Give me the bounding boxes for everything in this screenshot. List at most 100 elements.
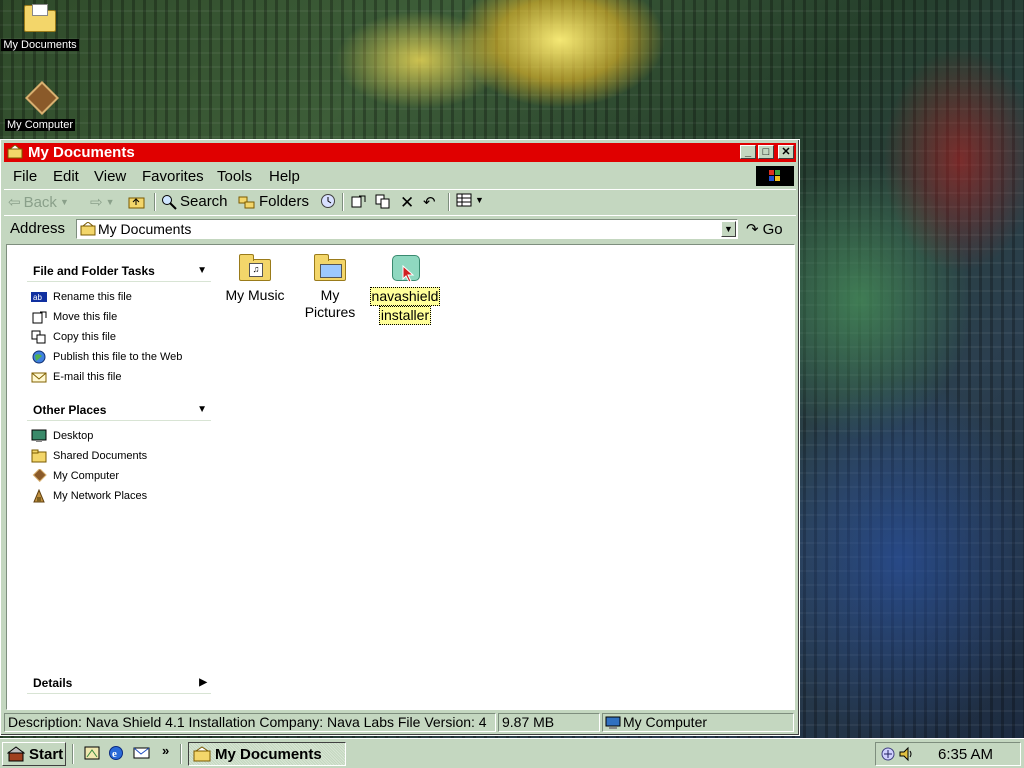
history-button[interactable] (319, 193, 337, 209)
toolbar-separator (342, 193, 344, 211)
history-icon (321, 194, 335, 208)
svg-text:e: e (112, 748, 117, 760)
quick-launch-chevron[interactable]: » (162, 743, 169, 758)
desktop-icon-label: My Documents (1, 39, 79, 51)
collapse-arrow-icon[interactable]: ▼ (197, 265, 207, 276)
panel-title: File and Folder Tasks (33, 264, 155, 278)
menu-file[interactable]: File (13, 168, 37, 185)
clock[interactable]: 6:35 AM (938, 746, 993, 763)
place-desktop[interactable]: Desktop (31, 427, 93, 445)
address-dropdown-button[interactable]: ▼ (721, 221, 736, 237)
task-label: Publish this file to the Web (53, 351, 183, 363)
desktop-icon-my-computer[interactable]: My Computer (0, 81, 80, 131)
network-tray-icon[interactable] (880, 746, 896, 762)
toolbar-separator (154, 193, 156, 211)
task-label: Copy this file (53, 331, 116, 343)
menu-tools[interactable]: Tools (217, 168, 252, 185)
file-item-my-music[interactable]: ♫ My Music (215, 253, 295, 304)
taskbar-separator (72, 744, 74, 764)
back-button[interactable]: ⇦ Back ▼ (8, 193, 69, 212)
windows-logo-icon (756, 166, 794, 186)
internet-explorer-icon[interactable]: e (108, 745, 125, 761)
details-header[interactable]: Details ▶ (27, 673, 211, 694)
up-folder-button[interactable] (128, 193, 146, 209)
explorer-window: My Documents _ □ ✕ File Edit View Favori… (0, 139, 800, 736)
place-label: Shared Documents (53, 450, 148, 462)
delete-icon: ✕ (400, 193, 415, 212)
outlook-express-icon[interactable] (133, 745, 150, 761)
status-zone: My Computer (602, 713, 794, 732)
task-move[interactable]: Move this file (31, 308, 117, 326)
volume-icon[interactable] (898, 746, 914, 762)
address-field[interactable]: My Documents ▼ (76, 219, 738, 239)
menu-edit[interactable]: Edit (53, 168, 79, 185)
views-icon (456, 193, 472, 207)
folder-home-icon (7, 145, 23, 159)
network-places-icon (33, 489, 45, 503)
globe-icon (32, 350, 46, 364)
file-label: navashield (369, 287, 441, 306)
taskbar-button-my-documents[interactable]: My Documents (188, 742, 346, 766)
task-copy[interactable]: Copy this file (31, 328, 116, 346)
system-tray: 6:35 AM (875, 742, 1021, 766)
folders-label: Folders (259, 193, 310, 210)
search-label: Search (180, 193, 228, 210)
taskbar-separator (180, 744, 182, 764)
mouse-cursor-icon (402, 265, 415, 283)
search-icon (162, 194, 177, 210)
views-button[interactable]: ▼ (456, 193, 484, 207)
desktop-icon-label: My Computer (4, 119, 76, 131)
move-to-button[interactable] (350, 193, 368, 209)
desktop-icon-my-documents[interactable]: My Documents (0, 4, 80, 51)
file-item-my-pictures[interactable]: My Pictures (290, 253, 370, 321)
menu-help[interactable]: Help (269, 168, 300, 185)
other-places-header[interactable]: Other Places ▼ (27, 400, 211, 421)
minimize-button[interactable]: _ (740, 145, 756, 159)
status-description: Description: Nava Shield 4.1 Installatio… (4, 713, 496, 732)
maximize-button[interactable]: □ (758, 145, 774, 159)
back-label: Back (23, 193, 57, 211)
folders-button[interactable]: Folders (238, 193, 309, 210)
go-label: Go (762, 220, 783, 238)
file-item-navashield-installer[interactable]: navashield installer (365, 253, 445, 325)
show-desktop-icon[interactable] (84, 745, 101, 761)
close-button[interactable]: ✕ (778, 145, 794, 159)
menu-view[interactable]: View (94, 168, 126, 185)
file-tasks-header[interactable]: File and Folder Tasks ▼ (27, 261, 211, 282)
dropdown-arrow-icon: ▼ (475, 195, 484, 205)
installer-icon (389, 253, 421, 283)
title-bar[interactable]: My Documents _ □ ✕ (4, 143, 796, 162)
standard-toolbar: ⇦ Back ▼ ⇨ ▼ Search Folders ✕ ↶ ▼ (4, 189, 796, 214)
move-icon (32, 311, 47, 324)
forward-button[interactable]: ⇨ ▼ (90, 193, 115, 211)
menu-favorites[interactable]: Favorites (142, 168, 204, 185)
place-my-computer[interactable]: My Computer (31, 467, 119, 485)
task-rename[interactable]: ab Rename this file (31, 288, 132, 306)
my-computer-icon (32, 469, 47, 483)
window-title: My Documents (28, 144, 135, 161)
collapse-arrow-icon[interactable]: ▼ (197, 404, 207, 415)
folder-icon (31, 449, 47, 463)
start-button[interactable]: Start (2, 742, 66, 766)
folder-view: File and Folder Tasks ▼ ab Rename this f… (6, 244, 795, 710)
copy-to-button[interactable] (374, 193, 392, 209)
search-button[interactable]: Search (161, 193, 228, 210)
task-label: Rename this file (53, 291, 132, 303)
music-folder-icon: ♫ (239, 253, 271, 283)
expand-arrow-icon[interactable]: ▶ (199, 677, 207, 688)
address-bar: Address My Documents ▼ ↷ Go (4, 215, 796, 242)
task-button-label: My Documents (215, 745, 322, 763)
address-label: Address (10, 220, 66, 237)
undo-button[interactable]: ↶ (423, 193, 436, 211)
task-publish[interactable]: Publish this file to the Web (31, 348, 182, 366)
svg-text:ab: ab (33, 293, 42, 302)
place-network[interactable]: My Network Places (31, 487, 147, 505)
toolbar-separator (448, 193, 450, 211)
dropdown-arrow-icon: ▼ (105, 197, 115, 207)
place-label: My Computer (53, 470, 120, 482)
place-shared-documents[interactable]: Shared Documents (31, 447, 147, 465)
task-email[interactable]: E-mail this file (31, 368, 121, 386)
go-button[interactable]: ↷ Go (746, 220, 783, 239)
delete-button[interactable]: ✕ (400, 193, 414, 213)
dropdown-arrow-icon: ▼ (59, 197, 69, 207)
